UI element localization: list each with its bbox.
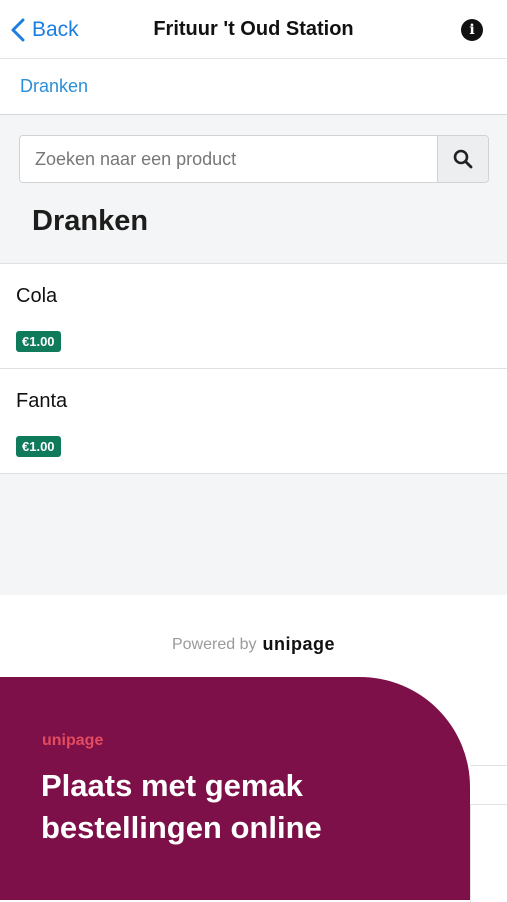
info-icon[interactable]: i — [461, 19, 483, 41]
powered-by-label: Powered by — [171, 635, 257, 653]
product-item-fanta[interactable]: Fanta €1.00 — [0, 369, 507, 474]
promo-banner[interactable]: unipage Plaats met gemak bestellingen on… — [0, 677, 470, 900]
promo-text: Plaats met gemak bestellingen online — [41, 768, 322, 845]
product-list: Cola €1.00 Fanta €1.00 — [0, 263, 507, 474]
unipage-logo: unipage — [262, 634, 335, 654]
category-title: Dranken — [32, 205, 149, 237]
product-item-cola[interactable]: Cola €1.00 — [0, 264, 507, 369]
price-badge: €1.00 — [16, 436, 61, 457]
search-icon — [453, 149, 473, 169]
powered-by[interactable]: Powered by unipage — [0, 634, 507, 655]
nav-bar: Back Frituur 't Oud Station i — [0, 0, 507, 59]
price-badge: €1.00 — [16, 331, 61, 352]
promo-logo: unipage — [42, 732, 104, 749]
background-frame — [470, 765, 507, 902]
product-name: Fanta — [16, 390, 68, 412]
breadcrumb: Dranken — [0, 59, 507, 115]
page-title: Frituur 't Oud Station — [153, 18, 354, 40]
search-bar — [19, 135, 489, 183]
breadcrumb-item-dranken[interactable]: Dranken — [20, 76, 88, 97]
product-name: Cola — [16, 285, 58, 307]
search-button[interactable] — [437, 136, 488, 182]
search-input[interactable] — [20, 136, 437, 182]
